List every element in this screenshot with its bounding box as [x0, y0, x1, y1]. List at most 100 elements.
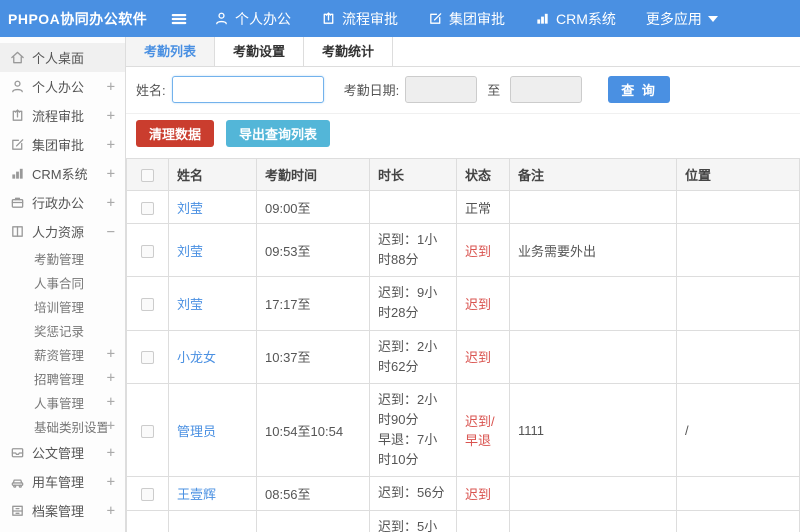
- nav-item-workflow-approval[interactable]: 流程审批: [321, 9, 398, 29]
- sidebar-item-personal-desktop[interactable]: 个人桌面: [0, 43, 125, 72]
- clean-data-button[interactable]: 清理数据: [136, 120, 215, 147]
- name-input[interactable]: [171, 76, 324, 103]
- expand-toggle-icon[interactable]: +: [107, 195, 115, 211]
- employee-name-link[interactable]: 刘莹: [177, 244, 203, 259]
- sidebar-item-label: 档案管理: [32, 504, 85, 519]
- expand-toggle-icon[interactable]: +: [107, 108, 115, 124]
- select-all-checkbox[interactable]: [141, 169, 154, 183]
- remark-cell: [509, 509, 677, 532]
- nav-item-group-approval[interactable]: 集团审批: [428, 9, 505, 29]
- table-row: 管理员 10:54至10:54 迟到：2小时90分 早退：7小时10分 迟到/早退 111…: [126, 382, 800, 478]
- export-list-button[interactable]: 导出查询列表: [226, 120, 331, 147]
- tab-attendance-statistics[interactable]: 考勤统计: [304, 37, 394, 66]
- column-header-remark: 备注: [509, 158, 677, 191]
- row-checkbox-cell: [126, 222, 169, 278]
- location-cell: [676, 190, 800, 224]
- expand-toggle-icon[interactable]: +: [107, 474, 115, 490]
- sidebar-subitem-training-management[interactable]: 培训管理: [0, 294, 125, 318]
- expand-toggle-icon[interactable]: +: [107, 445, 115, 461]
- sidebar-subitem-salary-management[interactable]: 薪资管理 +: [0, 342, 125, 366]
- duration-cell: 迟到：2小时90分 早退：7小时10分: [369, 382, 457, 478]
- expand-toggle-icon[interactable]: +: [107, 79, 115, 95]
- nav-item-personal-office[interactable]: 个人办公: [214, 9, 291, 29]
- status-badge: 迟到: [465, 350, 492, 366]
- sidebar-item-personal-office[interactable]: 个人办公 +: [0, 72, 125, 101]
- sidebar-item-crm-system[interactable]: CRM系统 +: [0, 159, 125, 188]
- row-checkbox-cell: [126, 382, 169, 478]
- sidebar-item-workflow-approval[interactable]: 流程审批 +: [0, 101, 125, 130]
- tab-attendance-list[interactable]: 考勤列表: [126, 37, 216, 66]
- sidebar-item-label: 公文管理: [32, 446, 85, 461]
- table-header-row: 姓名 考勤时间 时长 状态 备注 位置: [126, 158, 800, 191]
- sidebar-item-group-approval[interactable]: 集团审批 +: [0, 130, 125, 159]
- employee-name-link[interactable]: 王壹辉: [177, 487, 216, 502]
- sidebar-item-document-management[interactable]: 公文管理 +: [0, 438, 125, 467]
- duration-line: 迟到：9小时28分: [378, 285, 438, 321]
- sidebar-item-human-resources[interactable]: 人力资源 −: [0, 217, 125, 246]
- tab-bar: 考勤列表 考勤设置 考勤统计: [126, 37, 800, 67]
- expand-toggle-icon[interactable]: +: [107, 346, 115, 362]
- status-badge: 迟到: [465, 486, 492, 502]
- sidebar-item-vehicle-management[interactable]: 用车管理 +: [0, 467, 125, 496]
- row-checkbox[interactable]: [141, 244, 154, 258]
- sidebar-item-archive-management[interactable]: 档案管理 +: [0, 496, 125, 525]
- sidebar-subitem-label: 培训管理: [34, 300, 85, 315]
- status-cell: 迟到: [456, 329, 510, 384]
- date-to-input[interactable]: [510, 76, 583, 103]
- nav-item-label: 流程审批: [342, 10, 398, 27]
- time-cell: 13:20至13:20: [256, 509, 370, 532]
- expand-toggle-icon[interactable]: −: [107, 224, 115, 240]
- nav-item-more-apps[interactable]: 更多应用: [646, 9, 718, 29]
- column-header-name: 姓名: [168, 158, 257, 191]
- employee-name-link[interactable]: 管理员: [177, 424, 216, 439]
- date-field-label: 考勤日期:: [343, 83, 400, 98]
- tab-attendance-settings[interactable]: 考勤设置: [215, 37, 305, 66]
- status-cell: 迟到/早退: [456, 382, 510, 478]
- row-checkbox[interactable]: [141, 201, 154, 215]
- employee-name-link[interactable]: 刘莹: [177, 297, 203, 312]
- archive-icon: [10, 503, 25, 518]
- user-icon: [214, 11, 229, 26]
- row-checkbox-cell: [126, 509, 169, 532]
- sidebar-subitem-label: 薪资管理: [34, 348, 85, 363]
- nav-item-crm-system[interactable]: CRM系统: [535, 9, 616, 29]
- document-icon: [10, 445, 25, 460]
- expand-toggle-icon[interactable]: +: [107, 137, 115, 153]
- status-cell: 迟到: [456, 476, 510, 511]
- sidebar-subitem-personnel-contract[interactable]: 人事合同: [0, 270, 125, 294]
- name-cell: 王壹辉: [168, 476, 257, 511]
- duration-cell: 迟到：9小时28分: [369, 276, 457, 331]
- employee-name-link[interactable]: 小龙女: [177, 350, 216, 365]
- table-row: 小龙女 10:37至 迟到：2小时62分 迟到: [126, 329, 800, 384]
- expand-toggle-icon[interactable]: +: [107, 394, 115, 410]
- time-cell: 08:56至: [256, 476, 370, 511]
- hamburger-menu-button[interactable]: [170, 10, 188, 28]
- action-buttons: 清理数据 导出查询列表: [126, 114, 800, 158]
- chart-icon: [535, 11, 550, 26]
- sidebar-subitem-label: 人事合同: [34, 276, 85, 291]
- sidebar-subitem-personnel-management[interactable]: 人事管理 +: [0, 390, 125, 414]
- header-checkbox-cell: [126, 158, 169, 191]
- expand-toggle-icon[interactable]: +: [107, 370, 115, 386]
- expand-toggle-icon[interactable]: +: [107, 503, 115, 519]
- row-checkbox[interactable]: [141, 488, 154, 501]
- sidebar-item-project-management[interactable]: 项目管理+: [0, 525, 125, 532]
- query-button[interactable]: 查 询: [608, 76, 670, 103]
- name-cell: 黄莺: [168, 509, 257, 532]
- date-from-input[interactable]: [405, 76, 478, 103]
- sidebar-subitem-attendance-management[interactable]: 考勤管理: [0, 246, 125, 270]
- employee-name-link[interactable]: 刘莹: [177, 201, 203, 216]
- briefcase-icon: [10, 195, 25, 210]
- sidebar-subitem-recruitment-management[interactable]: 招聘管理 +: [0, 366, 125, 390]
- duration-cell: 迟到：2小时62分: [369, 329, 457, 384]
- sidebar-item-admin-office[interactable]: 行政办公 +: [0, 188, 125, 217]
- row-checkbox[interactable]: [141, 424, 154, 438]
- row-checkbox[interactable]: [141, 297, 154, 311]
- expand-toggle-icon[interactable]: +: [107, 166, 115, 182]
- sidebar-subitem-basic-category-settings[interactable]: 基础类别设置 +: [0, 414, 125, 438]
- expand-toggle-icon[interactable]: +: [107, 418, 115, 434]
- sidebar-subitem-reward-punishment-records[interactable]: 奖惩记录: [0, 318, 125, 342]
- table-row: 刘莹 09:53至 迟到：1小时88分 迟到 业务需要外出: [126, 222, 800, 278]
- row-checkbox[interactable]: [141, 351, 154, 365]
- time-cell: 17:17至: [256, 276, 370, 331]
